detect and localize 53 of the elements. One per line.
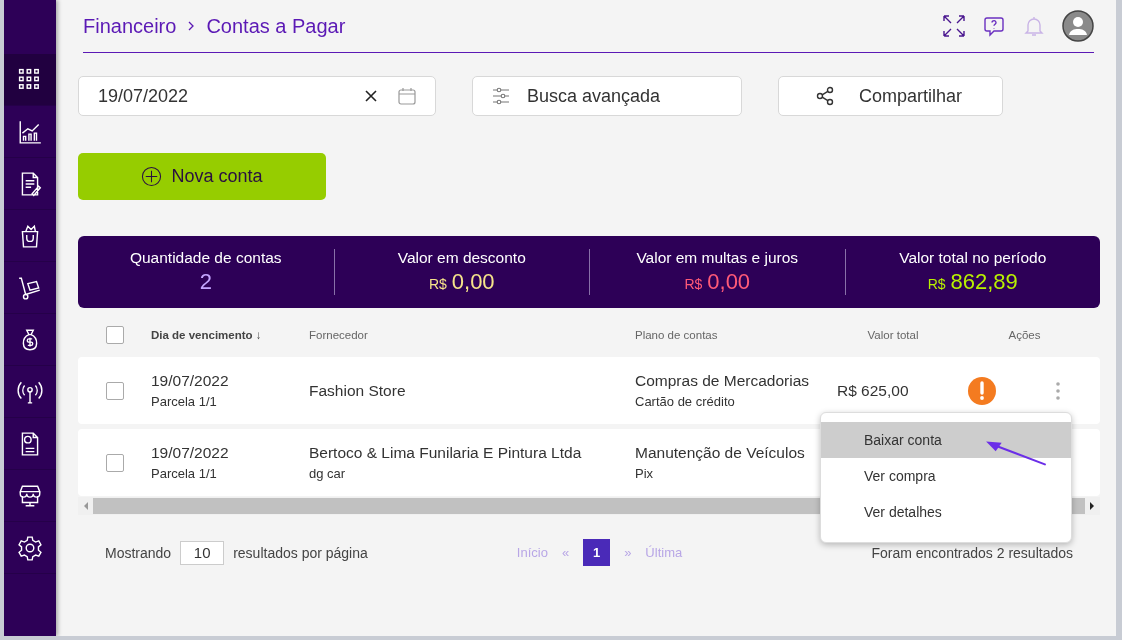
- summary-label: Valor em multas e juros: [636, 249, 799, 267]
- payment-method: Cartão de crédito: [635, 394, 736, 409]
- sliders-icon: [491, 86, 511, 106]
- per-page-suffix: resultados por página: [233, 544, 368, 561]
- clear-icon[interactable]: [365, 90, 377, 102]
- column-header: Ações: [1007, 329, 1042, 341]
- column-header[interactable]: Dia de vencimento ↓: [151, 329, 309, 341]
- summary-label: Valor em desconto: [397, 249, 526, 267]
- share-button[interactable]: Compartilhar: [778, 76, 1003, 116]
- column-header: Plano de contas: [635, 329, 719, 341]
- summary-value: R$ 0,00: [428, 269, 495, 295]
- share-icon: [815, 86, 835, 106]
- column-header: Valor total: [866, 329, 920, 341]
- menu-item[interactable]: Ver detalhes: [821, 494, 1071, 530]
- results-count: Foram encontrados 2 resultados: [871, 544, 1073, 561]
- summary-value: R$ 0,00: [684, 269, 751, 295]
- new-account-button[interactable]: Nova conta: [78, 153, 326, 200]
- help-chat-icon[interactable]: [982, 14, 1006, 38]
- chart-icon: [17, 118, 43, 145]
- scroll-right-icon[interactable]: [1089, 501, 1095, 511]
- sidebar-item[interactable]: [4, 54, 56, 106]
- summary-label: Valor total no período: [899, 249, 1047, 267]
- row-checkbox[interactable]: [105, 381, 124, 400]
- menu-item[interactable]: Baixar conta: [821, 422, 1071, 458]
- supplier-name: Fashion Store: [309, 381, 407, 400]
- advanced-search-button[interactable]: Busca avançada: [472, 76, 742, 116]
- per-page-label: Mostrando: [105, 544, 172, 561]
- avatar-icon[interactable]: [1062, 10, 1094, 42]
- summary-value: R$ 862,89: [927, 269, 1018, 295]
- due-date: 19/07/2022: [151, 372, 230, 390]
- installment: Parcela 1/1: [151, 466, 218, 481]
- installment: Parcela 1/1: [151, 394, 218, 409]
- summary-value: 2: [199, 269, 212, 295]
- supplier-note: dg car: [309, 466, 347, 481]
- due-date: 19/07/2022: [151, 444, 230, 462]
- summary-label: Quantidade de contas: [129, 249, 282, 267]
- total-value: R$ 625,00: [837, 381, 910, 400]
- select-all-checkbox[interactable]: [105, 326, 124, 344]
- breadcrumb-link[interactable]: Financeiro: [83, 14, 177, 38]
- supplier-name: Bertoco & Lima Funilaria E Pintura Ltda: [309, 444, 583, 462]
- account-plan: Compras de Mercadorias: [635, 372, 810, 390]
- per-page-field[interactable]: 10: [180, 540, 225, 565]
- fullscreen-icon[interactable]: [942, 14, 966, 38]
- page-button[interactable]: 1: [583, 539, 611, 566]
- breadcrumb-current: Contas a Pagar: [206, 14, 346, 38]
- row-checkbox[interactable]: [105, 453, 124, 472]
- plus-circle-icon: [141, 166, 163, 187]
- date-field[interactable]: 19/07/2022: [78, 76, 436, 116]
- account-plan: Manutenção de Veículos: [635, 444, 806, 462]
- payment-method: Pix: [635, 466, 655, 481]
- menu-item[interactable]: Ver compra: [821, 458, 1071, 494]
- column-header: Fornecedor: [309, 329, 369, 341]
- settings-icon: [17, 534, 43, 561]
